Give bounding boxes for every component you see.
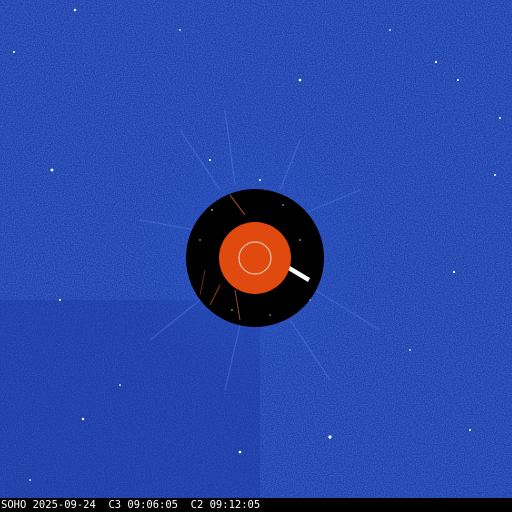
coronagraph-image [0,0,512,498]
caption-bar: SOHO 2025-09-24 C3 09:06:05 C2 09:12:05 [0,498,512,512]
sun-disk-icon [219,222,291,294]
timestamp-caption: SOHO 2025-09-24 C3 09:06:05 C2 09:12:05 [1,499,261,511]
coronagraph-viewer: SOHO 2025-09-24 C3 09:06:05 C2 09:12:05 [0,0,512,512]
